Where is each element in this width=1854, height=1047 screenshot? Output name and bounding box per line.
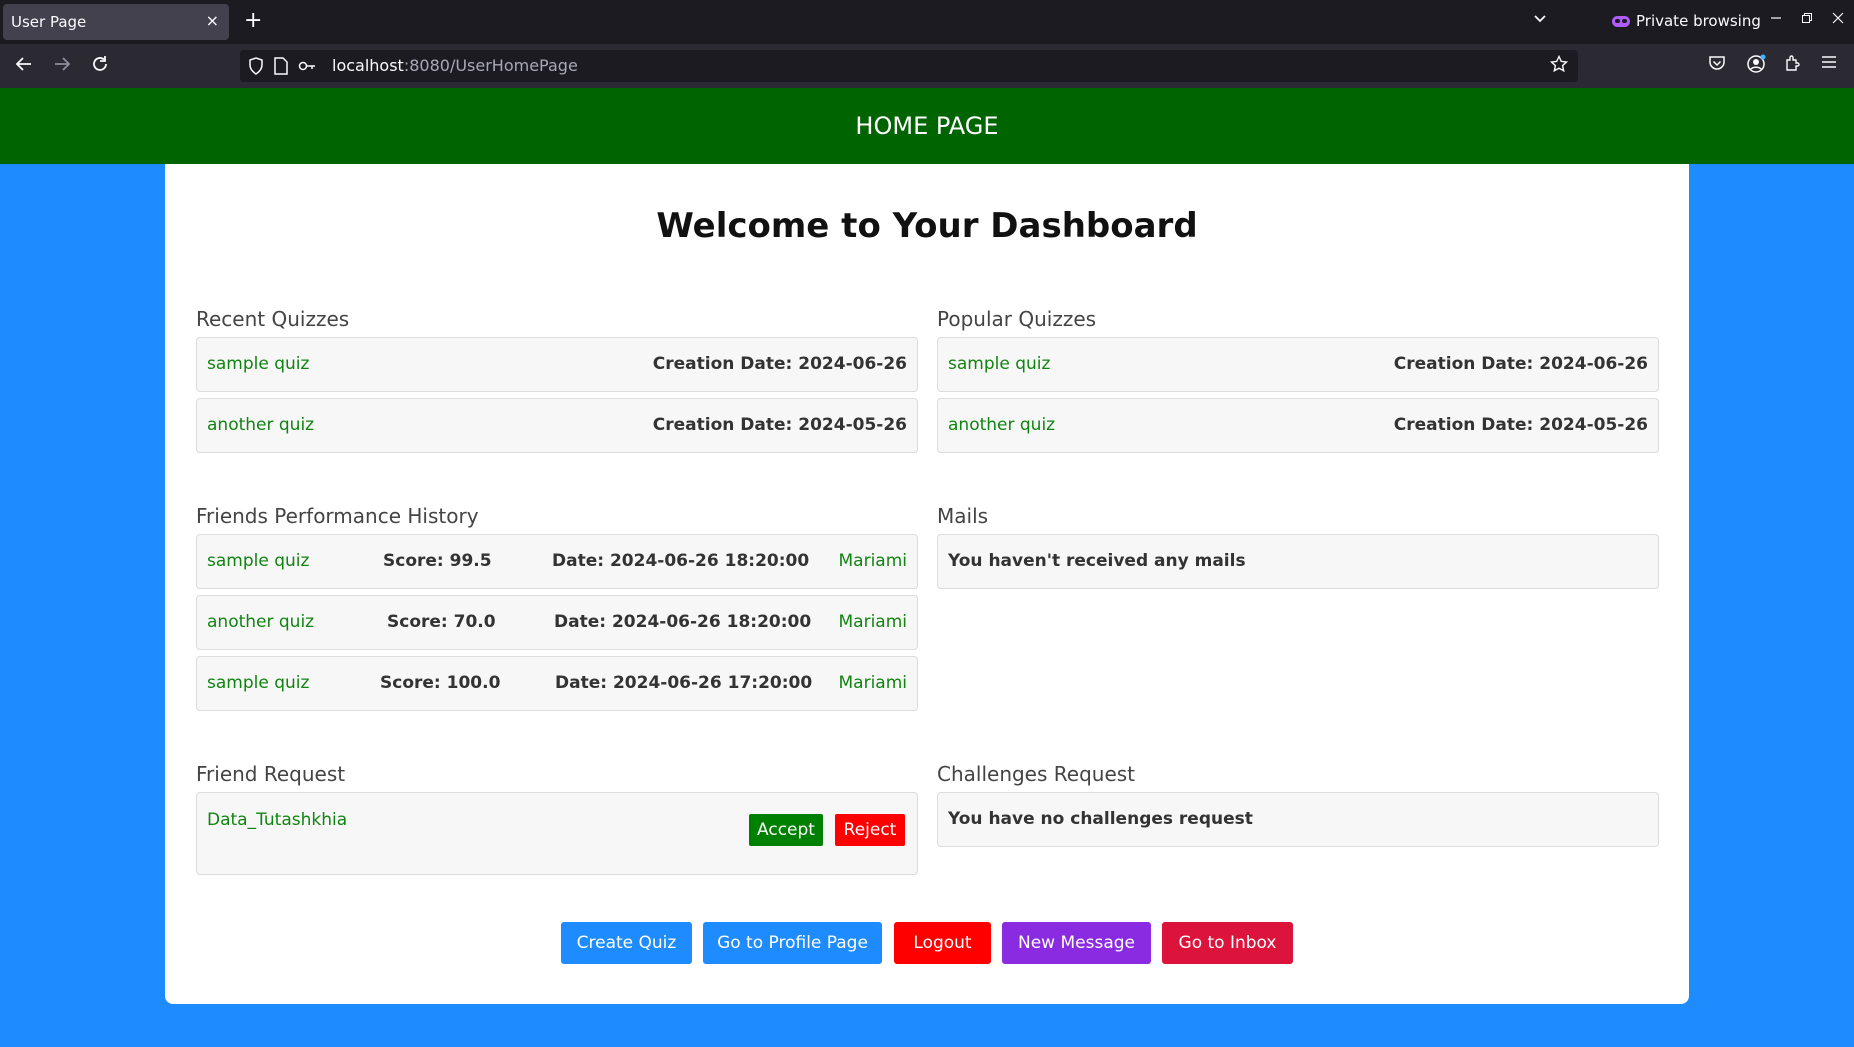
- extensions-icon[interactable]: [1784, 54, 1802, 77]
- mails-empty-row: You haven't received any mails: [937, 534, 1659, 589]
- back-icon[interactable]: [14, 54, 34, 80]
- private-browsing-label: Private browsing: [1636, 12, 1761, 30]
- inbox-button[interactable]: Go to Inbox: [1162, 922, 1293, 964]
- quiz-link[interactable]: sample quiz: [207, 551, 309, 571]
- creation-date: Creation Date: 2024-05-26: [652, 415, 907, 435]
- friend-request-section: Friend Request Data_Tutashkhia Accept Re…: [196, 759, 918, 875]
- creation-date: Creation Date: 2024-05-26: [1393, 415, 1648, 435]
- private-mask-icon: [1612, 15, 1630, 27]
- quiz-link[interactable]: sample quiz: [948, 354, 1050, 374]
- account-icon[interactable]: [1746, 54, 1766, 79]
- requester-link[interactable]: Data_Tutashkhia: [207, 810, 347, 830]
- quiz-link[interactable]: another quiz: [207, 415, 314, 435]
- challenges-empty-text: You have no challenges request: [948, 809, 1253, 829]
- list-item: sample quiz Creation Date: 2024-06-26: [937, 337, 1659, 392]
- challenges-title: Challenges Request: [937, 762, 1136, 786]
- close-icon[interactable]: ×: [206, 11, 219, 30]
- table-row: sample quiz Score: 100.0 Date: 2024-06-2…: [196, 656, 918, 711]
- tab-user-page[interactable]: User Page ×: [3, 4, 229, 40]
- page-title: Welcome to Your Dashboard: [656, 206, 1198, 246]
- profile-page-button[interactable]: Go to Profile Page: [703, 922, 882, 964]
- mails-title: Mails: [937, 504, 989, 528]
- mails-empty-text: You haven't received any mails: [948, 551, 1246, 571]
- shield-icon[interactable]: [248, 57, 264, 79]
- friend-link[interactable]: Mariami: [839, 551, 908, 571]
- key-icon[interactable]: [298, 57, 316, 79]
- reload-icon[interactable]: [90, 54, 110, 80]
- creation-date: Creation Date: 2024-06-26: [652, 354, 907, 374]
- quiz-link[interactable]: another quiz: [207, 612, 314, 632]
- quiz-link[interactable]: sample quiz: [207, 673, 309, 693]
- reject-button[interactable]: Reject: [835, 814, 905, 846]
- friend-request-row: Data_Tutashkhia Accept Reject: [196, 792, 918, 875]
- url-host: localhost: [332, 56, 404, 75]
- score: Score: 100.0: [380, 673, 501, 693]
- attempt-date: Date: 2024-06-26 18:20:00: [554, 612, 812, 632]
- recent-quizzes-title: Recent Quizzes: [196, 307, 350, 331]
- attempt-date: Date: 2024-06-26 18:20:00: [552, 551, 810, 571]
- restore-icon[interactable]: [1801, 10, 1813, 28]
- attempt-date: Date: 2024-06-26 17:20:00: [555, 673, 813, 693]
- creation-date: Creation Date: 2024-06-26: [1393, 354, 1648, 374]
- logout-button[interactable]: Logout: [894, 922, 991, 964]
- popular-quizzes-section: Popular Quizzes sample quiz Creation Dat…: [937, 304, 1659, 453]
- browser-tab-bar: User Page × + Private browsing: [0, 0, 1854, 44]
- table-row: another quiz Score: 70.0 Date: 2024-06-2…: [196, 595, 918, 650]
- browser-nav-bar: localhost:8080/UserHomePage: [0, 44, 1854, 88]
- score: Score: 70.0: [387, 612, 496, 632]
- challenges-section: Challenges Request You have no challenge…: [937, 759, 1659, 847]
- private-browsing-indicator: Private browsing: [1612, 12, 1761, 30]
- friend-link[interactable]: Mariami: [839, 612, 908, 632]
- quiz-link[interactable]: another quiz: [948, 415, 1055, 435]
- recent-quizzes-section: Recent Quizzes sample quiz Creation Date…: [196, 304, 918, 453]
- popular-quizzes-title: Popular Quizzes: [937, 307, 1097, 331]
- friend-request-title: Friend Request: [196, 762, 346, 786]
- chevron-down-icon[interactable]: [1532, 10, 1548, 30]
- mails-section: Mails You haven't received any mails: [937, 501, 1659, 589]
- bookmark-star-icon[interactable]: [1549, 54, 1569, 78]
- pocket-icon[interactable]: [1708, 54, 1726, 77]
- tab-title: User Page: [11, 13, 87, 31]
- table-row: sample quiz Score: 99.5 Date: 2024-06-26…: [196, 534, 918, 589]
- new-message-button[interactable]: New Message: [1002, 922, 1151, 964]
- friends-history-title: Friends Performance History: [196, 504, 479, 528]
- accept-button[interactable]: Accept: [749, 814, 823, 846]
- dashboard-card: Welcome to Your Dashboard Recent Quizzes…: [165, 164, 1689, 1004]
- page-header: HOME PAGE: [0, 88, 1854, 164]
- close-window-icon[interactable]: [1832, 10, 1844, 28]
- list-item: another quiz Creation Date: 2024-05-26: [937, 398, 1659, 453]
- friend-link[interactable]: Mariami: [839, 673, 908, 693]
- forward-icon[interactable]: [52, 54, 72, 80]
- score: Score: 99.5: [383, 551, 492, 571]
- url-path: :8080/UserHomePage: [403, 56, 578, 75]
- menu-icon[interactable]: [1821, 54, 1837, 75]
- list-item: sample quiz Creation Date: 2024-06-26: [196, 337, 918, 392]
- quiz-link[interactable]: sample quiz: [207, 354, 309, 374]
- url-bar[interactable]: localhost:8080/UserHomePage: [240, 50, 1578, 82]
- minimize-icon[interactable]: [1770, 10, 1782, 28]
- list-item: another quiz Creation Date: 2024-05-26: [196, 398, 918, 453]
- new-tab-icon[interactable]: +: [244, 8, 262, 34]
- page-icon: [274, 57, 288, 79]
- url-text[interactable]: localhost:8080/UserHomePage: [332, 56, 578, 75]
- friends-history-section: Friends Performance History sample quiz …: [196, 501, 918, 711]
- challenges-empty-row: You have no challenges request: [937, 792, 1659, 847]
- create-quiz-button[interactable]: Create Quiz: [561, 922, 692, 964]
- action-bar: Create Quiz Go to Profile Page Logout Ne…: [165, 922, 1689, 964]
